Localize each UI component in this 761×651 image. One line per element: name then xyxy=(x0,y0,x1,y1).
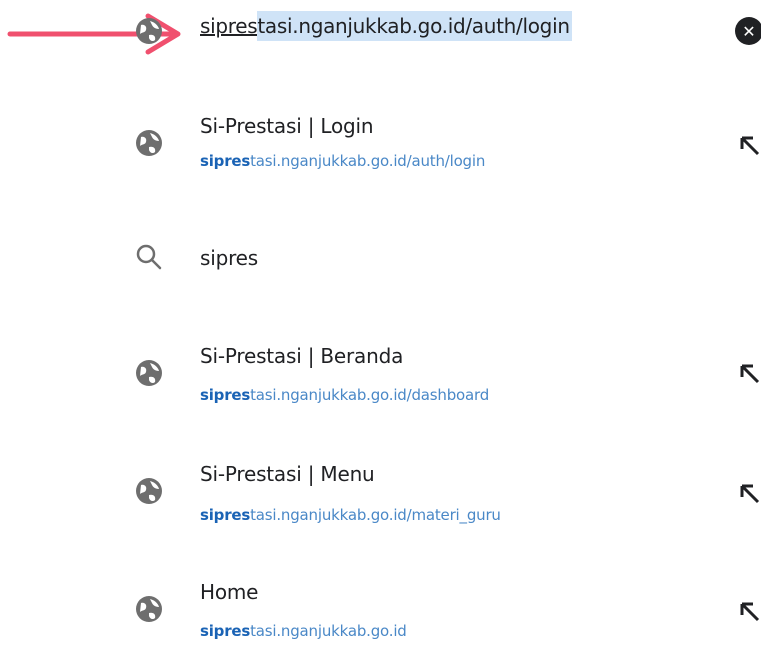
suggestion-url-rest: tasi.nganjukkab.go.id/auth/login xyxy=(250,152,486,170)
suggestion-url-rest: tasi.nganjukkab.go.id xyxy=(250,622,407,640)
globe-icon xyxy=(136,18,162,44)
omnibox-row[interactable]: siprestasi.nganjukkab.go.id/auth/login ✕ xyxy=(0,0,761,64)
suggestion-title: Si-Prestasi | Menu xyxy=(200,462,375,486)
suggestion-title: Si-Prestasi | Beranda xyxy=(200,344,404,368)
fill-arrow-icon[interactable] xyxy=(738,362,761,388)
suggestion-item-search[interactable]: sipres xyxy=(0,228,761,292)
clear-icon[interactable]: ✕ xyxy=(735,17,761,45)
suggestion-item-home[interactable]: Home siprestasi.nganjukkab.go.id xyxy=(0,574,761,651)
suggestion-url: siprestasi.nganjukkab.go.id xyxy=(200,622,407,640)
globe-icon xyxy=(136,596,162,622)
suggestion-url-match: sipres xyxy=(200,386,251,404)
suggestion-url-match: sipres xyxy=(200,506,251,524)
suggestion-title: Home xyxy=(200,580,259,604)
search-icon xyxy=(136,244,162,270)
suggestion-query: sipres xyxy=(200,246,258,270)
globe-icon xyxy=(136,478,162,504)
suggestion-title: Si-Prestasi | Login xyxy=(200,114,374,138)
globe-icon xyxy=(136,130,162,156)
suggestion-url-rest: tasi.nganjukkab.go.id/dashboard xyxy=(250,386,490,404)
omnibox-input[interactable]: siprestasi.nganjukkab.go.id/auth/login xyxy=(200,11,572,41)
fill-arrow-icon[interactable] xyxy=(738,482,761,508)
globe-icon xyxy=(136,360,162,386)
omnibox-typed-text: sipres xyxy=(200,14,258,38)
suggestion-url: siprestasi.nganjukkab.go.id/dashboard xyxy=(200,386,489,404)
suggestion-url: siprestasi.nganjukkab.go.id/materi_guru xyxy=(200,506,501,524)
suggestion-item-menu[interactable]: Si-Prestasi | Menu siprestasi.nganjukkab… xyxy=(0,456,761,546)
suggestion-url: siprestasi.nganjukkab.go.id/auth/login xyxy=(200,152,485,170)
fill-arrow-icon[interactable] xyxy=(738,600,761,626)
suggestion-item-login[interactable]: Si-Prestasi | Login siprestasi.nganjukka… xyxy=(0,104,761,194)
suggestion-url-match: sipres xyxy=(200,622,251,640)
fill-arrow-icon[interactable] xyxy=(738,134,761,160)
suggestion-url-match: sipres xyxy=(200,152,251,170)
omnibox-autocomplete-selection: tasi.nganjukkab.go.id/auth/login xyxy=(257,11,572,41)
suggestion-url-rest: tasi.nganjukkab.go.id/materi_guru xyxy=(250,506,501,524)
suggestion-item-beranda[interactable]: Si-Prestasi | Beranda siprestasi.nganjuk… xyxy=(0,336,761,426)
